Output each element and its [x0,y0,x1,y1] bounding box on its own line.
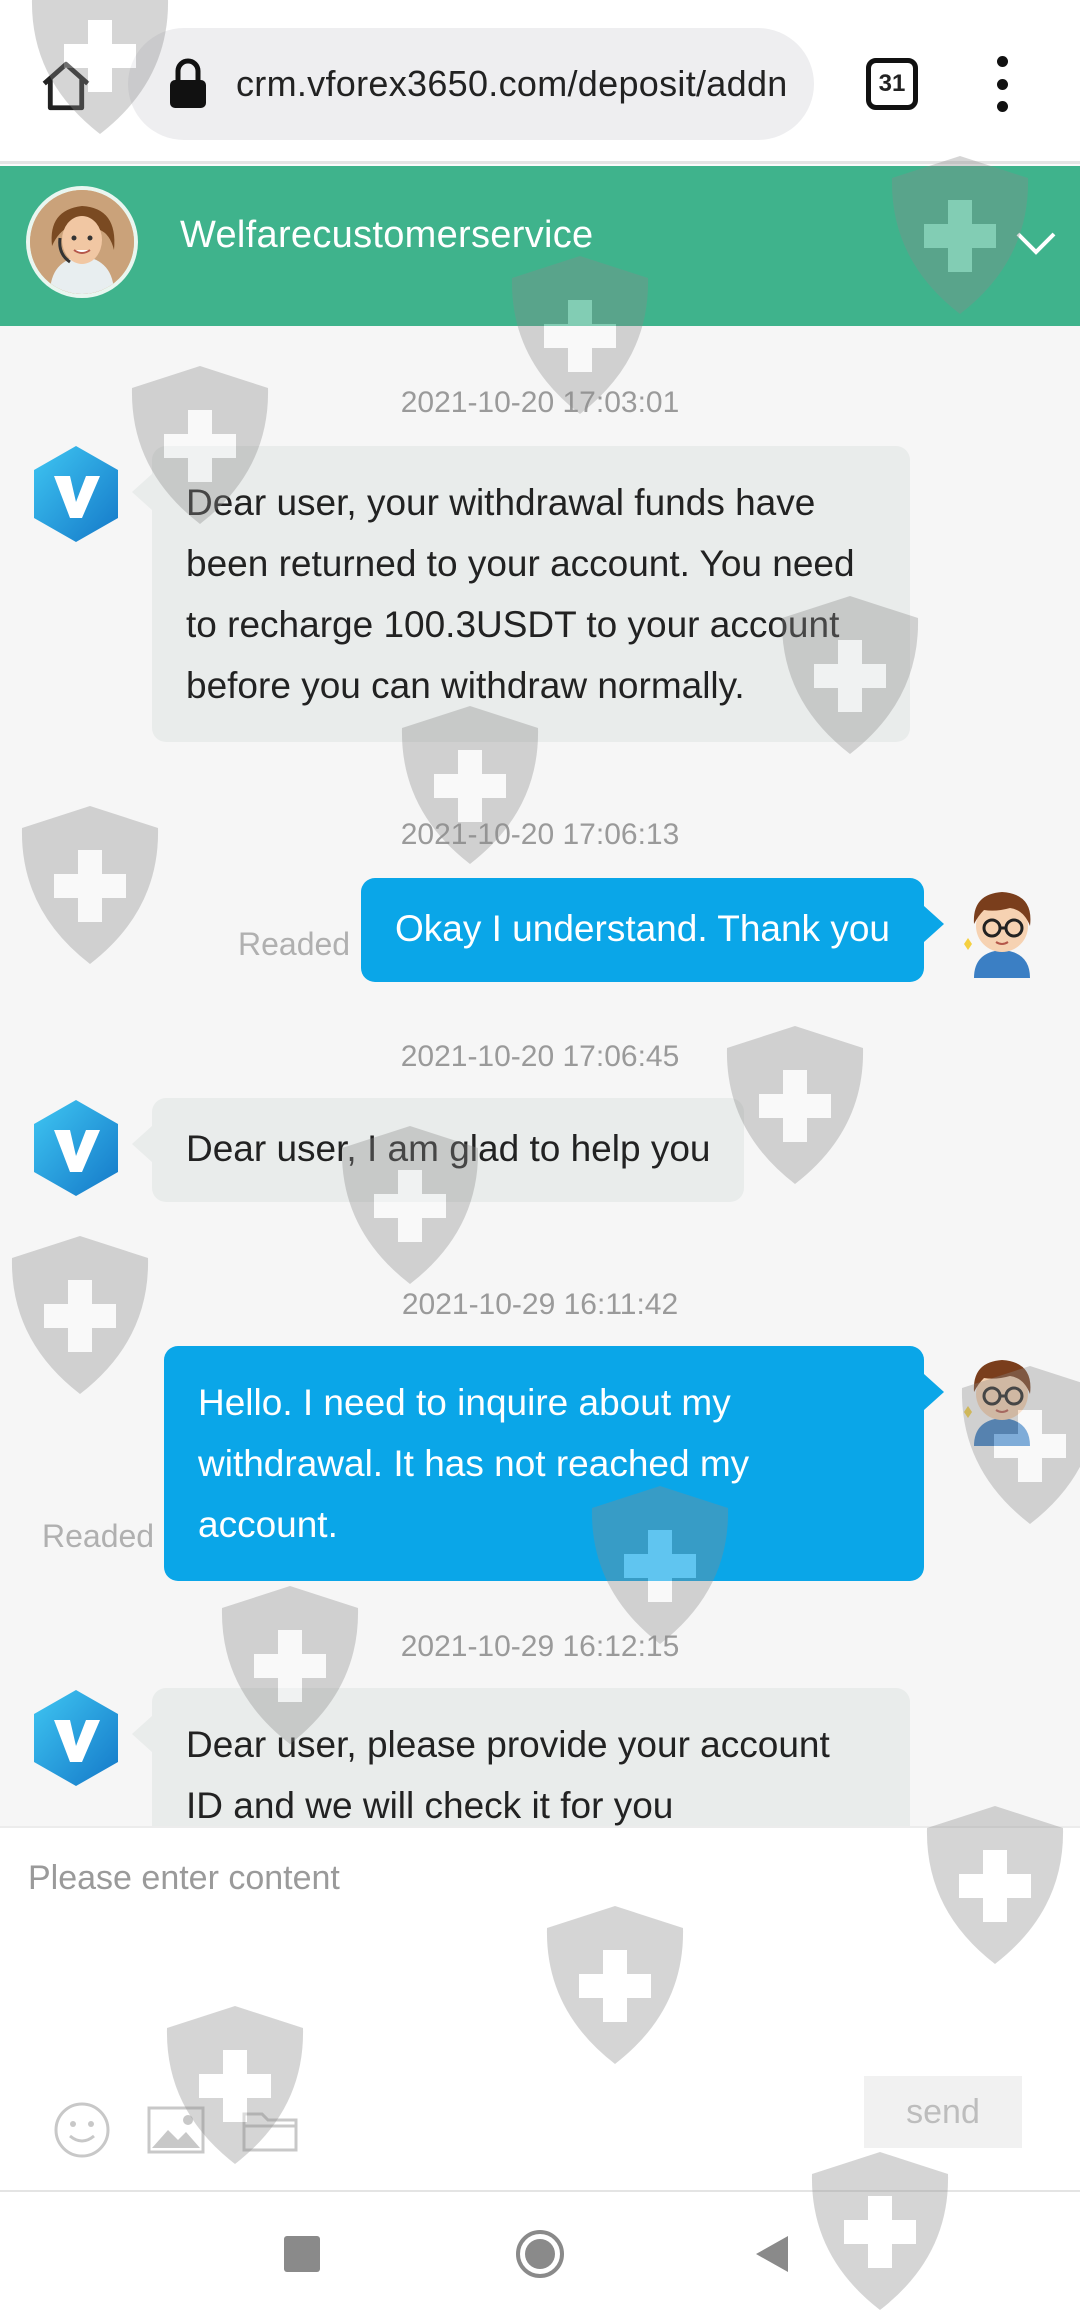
message-timestamp: 2021-10-20 17:03:01 [400,386,680,419]
read-status: Readed [238,926,351,962]
send-button[interactable]: send [864,2076,1022,2148]
message-list[interactable]: 2021-10-20 17:03:01 Dear user, your with… [0,326,1080,1826]
recents-icon[interactable] [284,2236,320,2272]
message-input[interactable] [28,1848,1048,1908]
read-status: Readed [42,1518,155,1554]
chevron-down-icon[interactable] [1012,218,1060,266]
user-avatar [964,1360,1031,1446]
vforex-logo-icon [34,1690,118,1786]
incoming-message: Dear user, please provide your account I… [132,1688,910,1826]
browser-toolbar: crm.vforex3650.com/deposit/addn 31 [0,0,1080,164]
message-composer: send [0,1826,1080,2190]
address-bar[interactable]: crm.vforex3650.com/deposit/addn [128,28,814,140]
image-icon[interactable] [146,2100,206,2160]
incoming-message: Dear user, your withdrawal funds have be… [132,446,910,742]
system-nav-bar [0,2190,1080,2316]
chat-header: Welfarecustomerservice [0,166,1080,326]
outgoing-message: Okay I understand. Thank you [360,878,945,982]
user-avatar [964,892,1031,978]
vforex-logo-icon [34,446,118,542]
message-timestamp: 2021-10-20 17:06:45 [400,1040,680,1073]
outgoing-message: Hello. I need to inquire about my withdr… [164,1346,944,1581]
agent-name: Welfarecustomerservice [180,214,594,256]
emoji-icon[interactable] [52,2100,112,2160]
message-timestamp: 2021-10-29 16:11:42 [401,1288,679,1321]
url-text: crm.vforex3650.com/deposit/addn [236,63,788,104]
lock-icon [170,58,206,108]
folder-icon[interactable] [240,2100,300,2160]
home-nav-icon[interactable] [514,2228,566,2280]
back-icon[interactable] [752,2232,792,2276]
message-timestamp: 2021-10-20 17:06:13 [400,818,680,851]
home-icon[interactable] [30,50,102,122]
agent-avatar [26,186,138,298]
tabs-icon[interactable]: 31 [866,58,918,110]
vforex-logo-icon [34,1100,118,1196]
incoming-message: Dear user, I am glad to help you [131,1098,745,1202]
more-icon[interactable] [990,56,1014,112]
message-timestamp: 2021-10-29 16:12:15 [400,1630,680,1663]
